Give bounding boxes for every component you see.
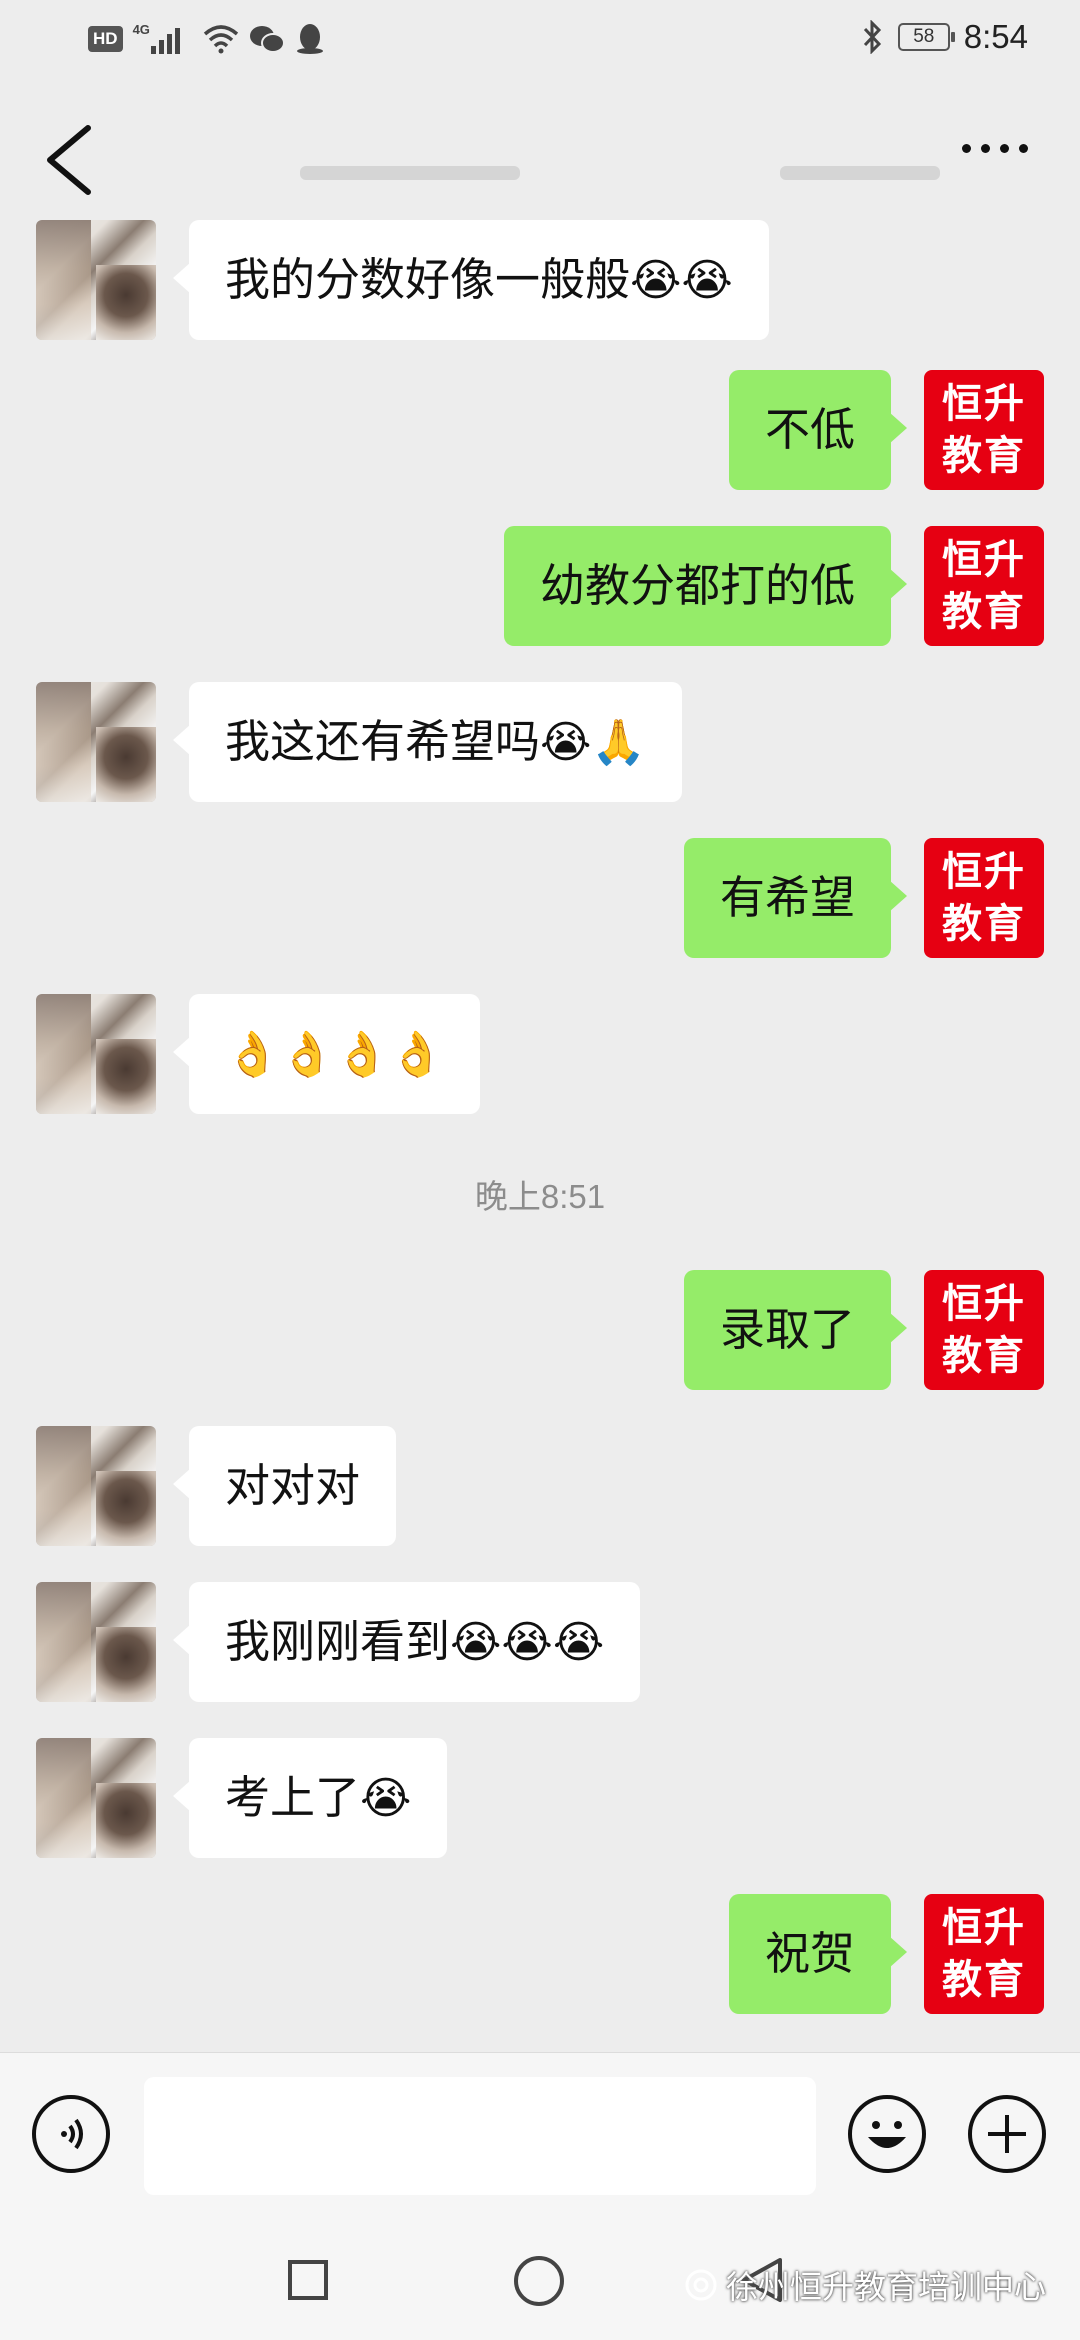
status-bar: HD 4G 58 8:54: [0, 0, 1080, 80]
brand-avatar-line2: 教育: [942, 1333, 1026, 1379]
message-text: 我的分数好像一般般: [225, 253, 631, 306]
status-right: 58 8:54: [862, 18, 1028, 56]
message-emoji: 👌👌👌👌: [225, 1029, 445, 1080]
wifi-icon: [203, 25, 238, 54]
chevron-left-icon[interactable]: [38, 122, 98, 198]
smiley-icon[interactable]: [848, 2095, 926, 2173]
sent-message-bubble[interactable]: 录取了: [683, 1270, 908, 1390]
contact-avatar[interactable]: [36, 994, 156, 1114]
message-text: 我刚刚看到: [225, 1615, 451, 1668]
wechat-icon: [249, 26, 285, 53]
more-dots-icon[interactable]: [962, 144, 1028, 153]
contact-avatar[interactable]: [36, 682, 156, 802]
message-text: 祝贺: [764, 1927, 855, 1980]
brand-avatar-line2: 教育: [942, 1957, 1026, 2003]
brand-avatar[interactable]: 恒升 教育: [924, 526, 1044, 646]
brand-avatar-line2: 教育: [942, 433, 1026, 479]
contact-avatar[interactable]: [36, 1426, 156, 1546]
message-emoji: 😭😭: [630, 255, 733, 306]
status-time: 8:54: [963, 18, 1028, 55]
watermark-text: 徐州恒升教育培训中心: [725, 2268, 1046, 2306]
contact-avatar[interactable]: [36, 1582, 156, 1702]
message-timestamp: 晚上8:51: [474, 1178, 606, 1215]
bluetooth-icon: [863, 20, 881, 54]
chat-title-blurred-part: [780, 166, 940, 180]
brand-avatar-line1: 恒升: [942, 1905, 1026, 1951]
brand-avatar-line1: 恒升: [942, 849, 1026, 895]
brand-avatar[interactable]: 恒升 教育: [924, 370, 1044, 490]
brand-avatar-line1: 恒升: [942, 381, 1026, 427]
chat-title-blurred: [300, 166, 520, 180]
message-text: 不低: [764, 403, 855, 456]
brand-avatar[interactable]: 恒升 教育: [924, 1894, 1044, 2014]
sent-message-bubble[interactable]: 不低: [728, 370, 908, 490]
received-message-bubble[interactable]: 对对对: [172, 1426, 397, 1546]
voice-icon[interactable]: [32, 2095, 110, 2173]
brand-avatar[interactable]: 恒升 教育: [924, 1270, 1044, 1390]
status-left: HD 4G: [88, 22, 325, 56]
network-type: 4G: [132, 22, 150, 37]
brand-avatar[interactable]: 恒升 教育: [924, 838, 1044, 958]
sent-message-bubble[interactable]: 幼教分都打的低: [503, 526, 908, 646]
received-message-bubble[interactable]: 我这还有希望吗😭🙏: [172, 682, 683, 802]
message-text: 录取了: [719, 1303, 855, 1356]
message-emoji: 😭😭😭: [450, 1617, 605, 1668]
message-emoji: 😭🙏: [540, 717, 647, 768]
message-emoji: 😭: [360, 1773, 412, 1824]
message-text: 我这还有希望吗: [225, 715, 541, 768]
message-text: 考上了: [225, 1771, 361, 1824]
brand-avatar-line2: 教育: [942, 901, 1026, 947]
home-icon[interactable]: [514, 2256, 564, 2306]
brand-avatar-line1: 恒升: [942, 537, 1026, 583]
qq-icon: [296, 24, 323, 54]
contact-avatar[interactable]: [36, 1738, 156, 1858]
plus-icon[interactable]: [968, 2095, 1046, 2173]
input-bar: [0, 2052, 1080, 2225]
message-input[interactable]: [144, 2077, 816, 2195]
watermark: 徐州恒升教育培训中心: [684, 2262, 1046, 2308]
received-message-bubble[interactable]: 我的分数好像一般般😭😭: [173, 220, 769, 340]
sent-message-bubble[interactable]: 有希望: [683, 838, 908, 958]
battery-indicator: 58: [897, 23, 955, 51]
contact-avatar[interactable]: [36, 220, 156, 340]
message-text: 幼教分都打的低: [539, 559, 855, 612]
brand-avatar-line1: 恒升: [942, 1281, 1026, 1327]
signal-icon: 4G: [133, 22, 193, 56]
chat-header: [0, 80, 1080, 226]
received-message-bubble[interactable]: 👌👌👌👌: [172, 994, 481, 1114]
sent-message-bubble[interactable]: 祝贺: [728, 1894, 908, 2014]
hd-badge: HD: [88, 26, 123, 52]
recents-icon[interactable]: [288, 2260, 328, 2300]
received-message-bubble[interactable]: 考上了😭: [172, 1738, 448, 1858]
message-text: 有希望: [719, 871, 855, 924]
brand-avatar-line2: 教育: [942, 589, 1026, 635]
received-message-bubble[interactable]: 我刚刚看到😭😭😭: [172, 1582, 641, 1702]
wechat-official-account-icon: [685, 2269, 717, 2301]
message-text: 对对对: [225, 1459, 361, 1512]
